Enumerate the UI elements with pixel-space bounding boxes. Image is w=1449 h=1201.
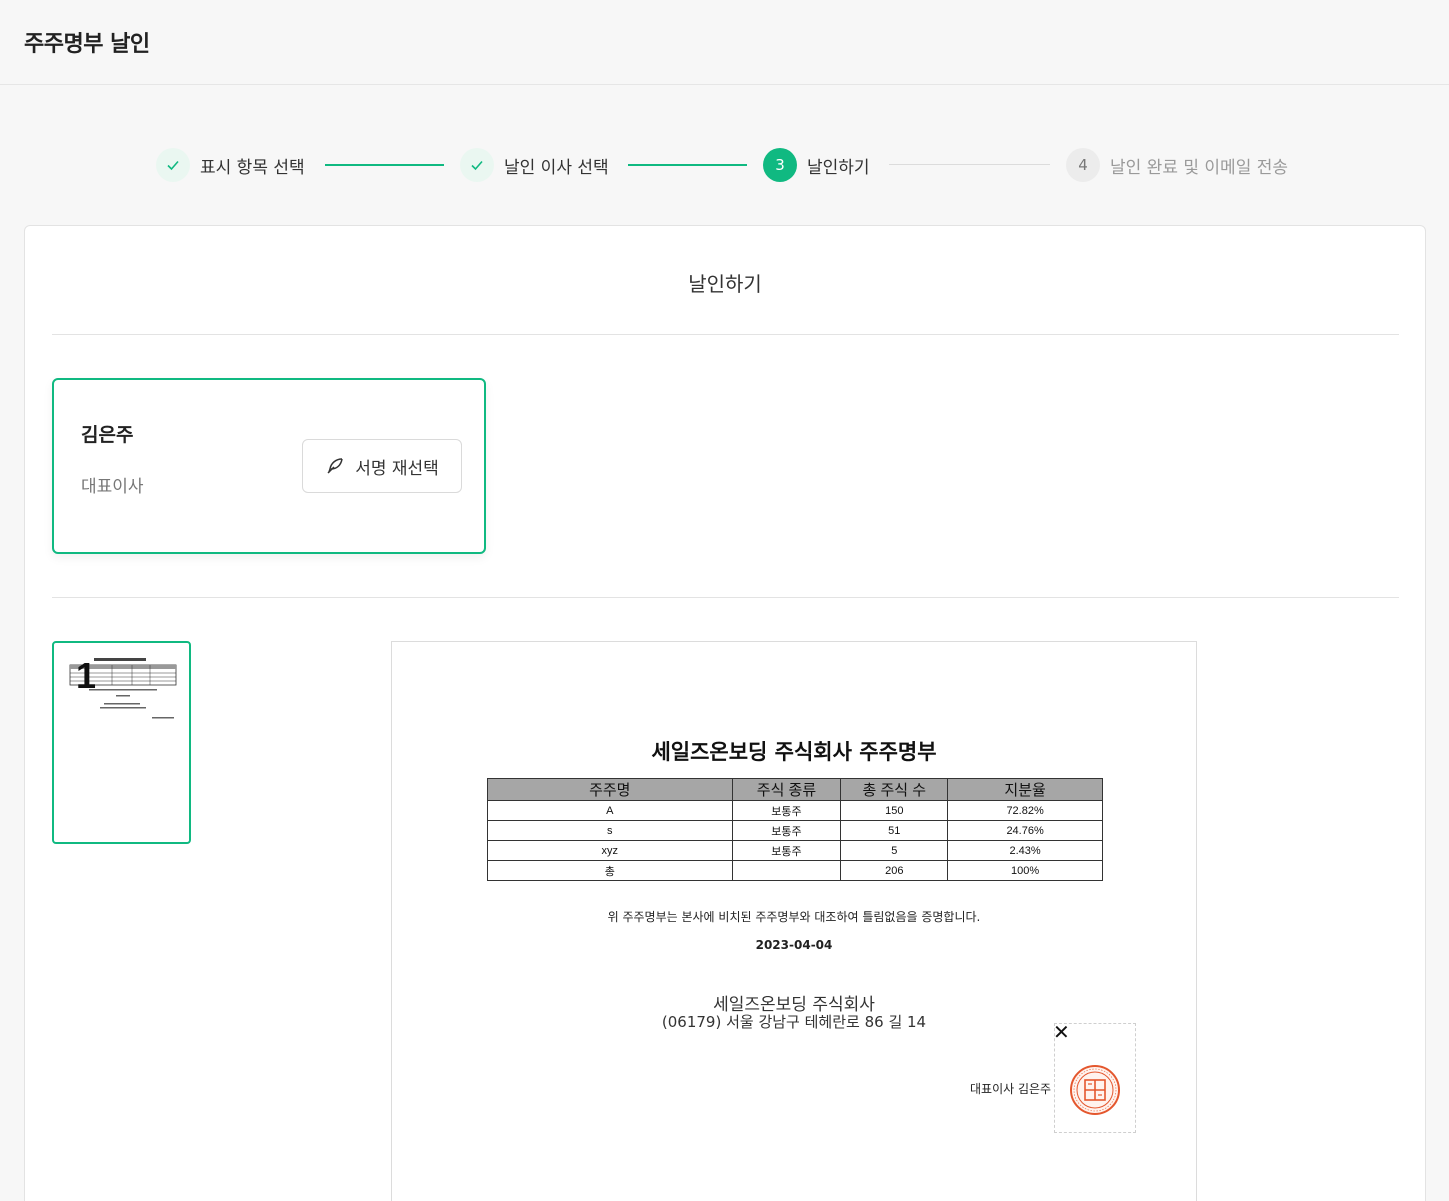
stamp-placement[interactable]: ✕: [1053, 1022, 1136, 1133]
step-connector: [628, 164, 747, 166]
table-cell: 100%: [947, 860, 1103, 881]
signer-card[interactable]: 김은주 대표이사 서명 재선택: [52, 378, 486, 554]
signer-role: 대표이사: [81, 477, 144, 497]
table-cell: s: [487, 820, 733, 841]
seal-stamp-icon: [1070, 1065, 1120, 1115]
certification-statement: 위 주주명부는 본사에 비치된 주주명부와 대조하여 틀림없음을 증명합니다.: [607, 910, 981, 924]
table-cell: A: [487, 800, 733, 821]
table-cell: 2.43%: [947, 840, 1103, 861]
step-label: 날인하기: [807, 157, 870, 178]
step-label: 날인 완료 및 이메일 전송: [1110, 157, 1289, 178]
table-cell: 총: [487, 860, 733, 881]
table-row-total: 총 206 100%: [487, 860, 1103, 881]
step-3: 3 날인하기: [763, 146, 870, 184]
signing-card: 날인하기 김은주 대표이사 서명 재선택 1 세일즈온보딩 주식회사 주주명부 …: [24, 225, 1426, 1201]
document-preview: 세일즈온보딩 주식회사 주주명부 주주명 주식 종류 총 주식 수 지분율 A …: [391, 641, 1197, 1201]
column-header: 주식 종류: [731, 778, 842, 801]
shareholder-table: 주주명 주식 종류 총 주식 수 지분율 A 보통주 150 72.82% s …: [487, 778, 1103, 881]
step-1: 표시 항목 선택: [156, 146, 305, 184]
table-cell: 150: [840, 800, 949, 821]
table-row: xyz 보통주 5 2.43%: [487, 840, 1103, 861]
table-cell: 보통주: [731, 820, 842, 841]
step-connector: [325, 164, 444, 166]
check-icon: [460, 148, 494, 182]
page-title: 주주명부 날인: [24, 32, 150, 57]
thumbnail-preview: [69, 658, 177, 719]
table-row: s 보통주 51 24.76%: [487, 820, 1103, 841]
table-cell: 206: [840, 860, 949, 881]
divider: [52, 334, 1399, 335]
table-cell: 5: [840, 840, 949, 861]
table-cell: 보통주: [731, 840, 842, 861]
table-row: A 보통주 150 72.82%: [487, 800, 1103, 821]
signer-name: 김은주: [81, 424, 134, 446]
close-icon[interactable]: ✕: [1053, 1022, 1070, 1042]
signer-line: 대표이사 김은주: [970, 1082, 1052, 1096]
reselect-signature-label: 서명 재선택: [355, 458, 439, 479]
table-cell: xyz: [487, 840, 733, 861]
step-2: 날인 이사 선택: [460, 146, 609, 184]
step-4: 4 날인 완료 및 이메일 전송: [1066, 146, 1288, 184]
table-cell: 72.82%: [947, 800, 1103, 821]
divider: [52, 597, 1399, 598]
page-thumbnail[interactable]: 1: [52, 641, 191, 844]
document-title: 세일즈온보딩 주식회사 주주명부: [651, 740, 937, 764]
thumbnail-page-number: 1: [76, 655, 97, 696]
step-label: 날인 이사 선택: [504, 157, 609, 178]
section-title: 날인하기: [688, 272, 762, 296]
check-icon: [156, 148, 190, 182]
column-header: 지분율: [947, 778, 1103, 801]
table-cell: 보통주: [731, 800, 842, 821]
table-cell: 51: [840, 820, 949, 841]
step-number: 4: [1066, 148, 1100, 182]
column-header: 주주명: [487, 778, 733, 801]
reselect-signature-button[interactable]: 서명 재선택: [302, 439, 462, 493]
document-date: 2023-04-04: [755, 938, 833, 952]
table-cell: 24.76%: [947, 820, 1103, 841]
column-header: 총 주식 수: [840, 778, 949, 801]
stepper: 표시 항목 선택 날인 이사 선택 3 날인하기 4 날인 완료 및 이메일 전…: [0, 146, 1449, 184]
step-number: 3: [763, 148, 797, 182]
step-label: 표시 항목 선택: [200, 157, 305, 178]
table-cell: [731, 860, 842, 881]
feather-pen-icon: [327, 458, 343, 474]
top-bar: 주주명부 날인: [0, 0, 1449, 85]
step-connector: [889, 164, 1050, 165]
table-header-row: 주주명 주식 종류 총 주식 수 지분율: [487, 778, 1103, 801]
